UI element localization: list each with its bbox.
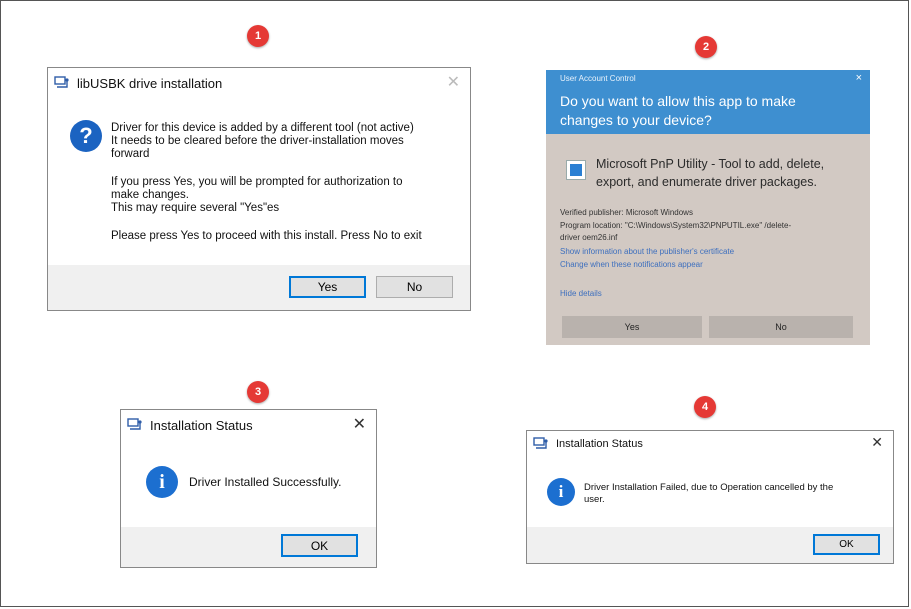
libusbk-install-dialog: libUSBK drive installation ✕ ? Driver fo… bbox=[47, 67, 471, 311]
verified-publisher: Verified publisher: Microsoft Windows bbox=[560, 208, 693, 217]
hide-details-link[interactable]: Hide details bbox=[560, 289, 602, 298]
close-icon[interactable]: × bbox=[856, 72, 862, 84]
uac-no-button[interactable]: No bbox=[709, 316, 853, 338]
pnputil-app-icon bbox=[566, 160, 586, 180]
title-bar: Installation Status ✕ bbox=[527, 431, 893, 457]
app-name-line: export, and enumerate driver packages. bbox=[596, 175, 817, 189]
no-button[interactable]: No bbox=[376, 276, 453, 298]
uac-header-label: User Account Control bbox=[560, 74, 636, 83]
yes-button[interactable]: Yes bbox=[289, 276, 366, 298]
button-bar: OK bbox=[121, 527, 376, 567]
button-bar: Yes No bbox=[48, 265, 470, 310]
question-icon: ? bbox=[70, 120, 102, 152]
message-line: It needs to be cleared before the driver… bbox=[111, 135, 404, 147]
message-line: Please press Yes to proceed with this in… bbox=[111, 230, 422, 242]
message-line: If you press Yes, you will be prompted f… bbox=[111, 176, 403, 188]
usb-app-icon bbox=[533, 436, 549, 452]
program-location: Program location: "C:\Windows\System32\P… bbox=[560, 221, 792, 230]
dialog-title: Installation Status bbox=[150, 417, 253, 433]
close-icon[interactable]: ✕ bbox=[353, 414, 366, 434]
message-line: make changes. bbox=[111, 189, 189, 201]
uac-dialog: User Account Control × Do you want to al… bbox=[546, 70, 870, 345]
usb-app-icon bbox=[127, 417, 143, 433]
step-badge-3: 3 bbox=[247, 381, 269, 403]
close-icon[interactable]: ✕ bbox=[447, 72, 460, 92]
dialog-title: libUSBK drive installation bbox=[77, 75, 223, 91]
uac-question: Do you want to allow this app to make ch… bbox=[560, 92, 850, 130]
status-message: Driver Installed Successfully. bbox=[189, 475, 342, 489]
app-name-line: Microsoft PnP Utility - Tool to add, del… bbox=[596, 157, 825, 171]
uac-app-description: Microsoft PnP Utility - Tool to add, del… bbox=[596, 155, 856, 191]
dialog-title: Installation Status bbox=[556, 438, 643, 450]
title-bar: libUSBK drive installation ✕ bbox=[48, 68, 470, 98]
message-line: forward bbox=[111, 148, 150, 160]
message-line: Driver for this device is added by a dif… bbox=[111, 122, 414, 134]
uac-yes-button[interactable]: Yes bbox=[562, 316, 702, 338]
uac-question-line: Do you want to allow this app to make bbox=[560, 93, 796, 109]
close-icon[interactable]: ✕ bbox=[871, 434, 883, 451]
message-line: This may require several "Yes"es bbox=[111, 202, 280, 214]
title-bar: Installation Status ✕ bbox=[121, 410, 376, 440]
usb-app-icon bbox=[54, 75, 70, 91]
notifications-link[interactable]: Change when these notifications appear bbox=[560, 260, 703, 269]
install-success-dialog: Installation Status ✕ i Driver Installed… bbox=[120, 409, 377, 568]
status-message-line: user. bbox=[584, 494, 605, 505]
program-location-cont: driver oem26.inf bbox=[560, 233, 618, 242]
info-icon: i bbox=[547, 478, 575, 506]
ok-button[interactable]: OK bbox=[281, 534, 358, 557]
step-badge-2: 2 bbox=[695, 36, 717, 58]
status-message-line: Driver Installation Failed, due to Opera… bbox=[584, 482, 834, 493]
certificate-link[interactable]: Show information about the publisher's c… bbox=[560, 247, 734, 256]
uac-header: User Account Control × Do you want to al… bbox=[546, 70, 870, 134]
button-bar: OK bbox=[527, 527, 893, 563]
step-badge-1: 1 bbox=[247, 25, 269, 47]
info-icon: i bbox=[146, 466, 178, 498]
ok-button[interactable]: OK bbox=[813, 534, 880, 555]
uac-question-line: changes to your device? bbox=[560, 112, 712, 128]
install-failed-dialog: Installation Status ✕ i Driver Installat… bbox=[526, 430, 894, 564]
step-badge-4: 4 bbox=[694, 396, 716, 418]
